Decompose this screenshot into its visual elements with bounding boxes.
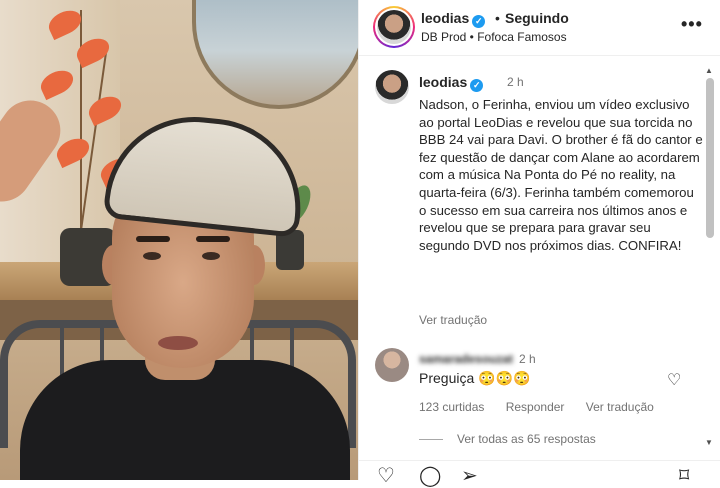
eyebrow bbox=[136, 236, 170, 242]
replies-divider bbox=[419, 439, 443, 441]
header-subtitle[interactable]: DB Prod • Fofoca Famosos bbox=[421, 30, 567, 44]
scroll-thumb[interactable] bbox=[706, 78, 714, 238]
like-heart-icon[interactable]: ♡ bbox=[377, 463, 395, 488]
post-action-bar: ♡ ◯ ➢ ⌑ bbox=[359, 460, 720, 487]
comment-text: Preguiça 😳😳😳 bbox=[419, 370, 531, 386]
comment-actions: 123 curtidas Responder Ver tradução bbox=[419, 400, 672, 414]
comment-reply-button[interactable]: Responder bbox=[506, 400, 565, 414]
scroll-down-arrow-icon[interactable]: ▼ bbox=[705, 438, 713, 447]
verified-icon: ✓ bbox=[470, 79, 484, 92]
header-separator: • bbox=[495, 10, 500, 26]
post-media[interactable] bbox=[0, 0, 358, 480]
comment-like-heart-icon[interactable]: ♡ bbox=[667, 370, 681, 390]
comments-scrollbar[interactable]: ▲ ▼ bbox=[703, 66, 717, 454]
caption-translate-link[interactable]: Ver tradução bbox=[419, 313, 487, 327]
bookmark-icon[interactable]: ⌑ bbox=[679, 463, 689, 488]
caption-text: Nadson, o Ferinha, enviou um vídeo exclu… bbox=[419, 97, 703, 253]
more-options-icon[interactable]: ••• bbox=[681, 14, 703, 35]
post-header: leodias ✓ • Seguindo DB Prod • Fofoca Fam… bbox=[359, 0, 720, 56]
scroll-up-arrow-icon[interactable]: ▲ bbox=[705, 66, 713, 75]
mouth bbox=[158, 336, 198, 350]
comment-timestamp: 2 h bbox=[519, 352, 536, 366]
eye bbox=[143, 252, 161, 260]
eye bbox=[202, 252, 220, 260]
caption-timestamp: 2 h bbox=[507, 75, 524, 89]
caption-username[interactable]: leodias ✓ bbox=[419, 74, 484, 92]
comment-avatar[interactable] bbox=[375, 348, 409, 382]
view-replies-link[interactable]: Ver todas as 65 respostas bbox=[419, 432, 596, 446]
header-username[interactable]: leodias ✓ bbox=[421, 10, 486, 28]
comment-translate-link[interactable]: Ver tradução bbox=[586, 400, 654, 414]
caption-avatar[interactable] bbox=[375, 70, 409, 104]
post-details-panel: leodias ✓ • Seguindo DB Prod • Fofoca Fam… bbox=[358, 0, 720, 487]
following-button[interactable]: Seguindo bbox=[505, 10, 569, 26]
comment-likes-count[interactable]: 123 curtidas bbox=[419, 400, 484, 414]
verified-icon: ✓ bbox=[472, 15, 486, 28]
eyebrow bbox=[196, 236, 230, 242]
share-send-icon[interactable]: ➢ bbox=[461, 463, 478, 488]
comment-username[interactable]: samaradesouzat bbox=[419, 352, 513, 366]
header-avatar[interactable] bbox=[373, 6, 415, 48]
comment-bubble-icon[interactable]: ◯ bbox=[419, 463, 441, 488]
